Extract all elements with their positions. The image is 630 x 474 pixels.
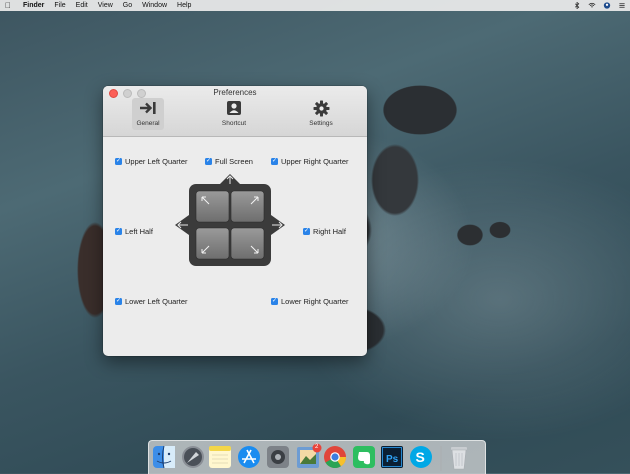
menu-bar:  Finder File Edit View Go Window Help	[0, 0, 630, 11]
menu-view[interactable]: View	[98, 2, 113, 9]
window-title: Preferences	[213, 88, 257, 97]
gear-icon	[313, 100, 329, 116]
label-upper-left-quarter: Upper Left Quarter	[125, 157, 188, 166]
checkbox-lower-left-quarter[interactable]: ✓	[115, 298, 122, 305]
chrome-icon[interactable]	[324, 446, 347, 469]
dock: Ps S 2	[148, 440, 486, 474]
menu-window[interactable]: Window	[142, 2, 167, 9]
preview-badge-count: 2	[315, 443, 319, 450]
checkbox-upper-left-quarter[interactable]: ✓	[115, 158, 122, 165]
trash-icon[interactable]	[451, 447, 467, 470]
bluetooth-icon[interactable]	[573, 2, 581, 9]
menu-edit[interactable]: Edit	[76, 2, 88, 9]
preferences-window: Preferences General Shortcut Settings ✓ …	[103, 86, 367, 356]
tab-general-label: General	[136, 120, 160, 127]
option-upper-right-quarter[interactable]: ✓ Upper Right Quarter	[271, 157, 349, 166]
apple-icon[interactable]: 	[5, 1, 15, 10]
preference-tabs: General Shortcut Settings	[103, 98, 367, 132]
finder-icon[interactable]	[153, 445, 175, 469]
label-full-screen: Full Screen	[215, 157, 253, 166]
label-upper-right-quarter: Upper Right Quarter	[281, 157, 349, 166]
toolbar: Preferences General Shortcut Settings	[103, 86, 367, 137]
option-full-screen[interactable]: ✓ Full Screen	[205, 157, 253, 166]
checkbox-left-half[interactable]: ✓	[115, 228, 122, 235]
system-preferences-icon[interactable]	[267, 446, 289, 468]
tile-upper-left[interactable]	[195, 190, 230, 223]
person-card-icon	[227, 101, 241, 115]
menu-file[interactable]: File	[54, 2, 65, 9]
status-area	[573, 0, 626, 11]
option-lower-right-quarter[interactable]: ✓ Lower Right Quarter	[271, 297, 349, 306]
snap-plate	[175, 174, 285, 266]
tab-general[interactable]: General	[132, 98, 164, 130]
option-lower-left-quarter[interactable]: ✓ Lower Left Quarter	[115, 297, 188, 306]
menu-go[interactable]: Go	[123, 2, 132, 9]
skype-icon[interactable]: S	[410, 446, 432, 468]
checkbox-right-half[interactable]: ✓	[303, 228, 310, 235]
checkbox-lower-right-quarter[interactable]: ✓	[271, 298, 278, 305]
arrow-to-bar-icon	[140, 102, 156, 114]
checkbox-full-screen[interactable]: ✓	[205, 158, 212, 165]
user-icon[interactable]	[603, 2, 611, 9]
tile-lower-right[interactable]	[230, 227, 265, 260]
tile-upper-right[interactable]	[230, 190, 265, 223]
tab-settings[interactable]: Settings	[305, 98, 337, 130]
tile-lower-left[interactable]	[195, 227, 230, 260]
snap-layout-graphic	[173, 174, 287, 274]
svg-text:Ps: Ps	[386, 454, 399, 465]
menu-app-name[interactable]: Finder	[23, 2, 44, 9]
launchpad-icon[interactable]	[182, 446, 204, 468]
notes-icon[interactable]	[209, 446, 231, 468]
general-pane: ✓ Upper Left Quarter ✓ Full Screen ✓ Upp…	[103, 137, 367, 356]
app-store-icon[interactable]	[238, 446, 260, 468]
option-right-half[interactable]: ✓ Right Half	[303, 227, 346, 236]
tab-shortcut[interactable]: Shortcut	[218, 98, 250, 130]
evernote-icon[interactable]	[353, 446, 375, 468]
option-left-half[interactable]: ✓ Left Half	[115, 227, 153, 236]
label-lower-left-quarter: Lower Left Quarter	[125, 297, 188, 306]
tab-settings-label: Settings	[309, 120, 333, 127]
menu-help[interactable]: Help	[177, 2, 191, 9]
label-right-half: Right Half	[313, 227, 346, 236]
label-left-half: Left Half	[125, 227, 153, 236]
svg-text:S: S	[416, 449, 425, 465]
menu-list-icon[interactable]	[618, 2, 626, 9]
checkbox-upper-right-quarter[interactable]: ✓	[271, 158, 278, 165]
photoshop-icon[interactable]: Ps	[381, 446, 403, 468]
tab-shortcut-label: Shortcut	[221, 120, 247, 127]
label-lower-right-quarter: Lower Right Quarter	[281, 297, 349, 306]
option-upper-left-quarter[interactable]: ✓ Upper Left Quarter	[115, 157, 188, 166]
wifi-icon[interactable]	[588, 2, 596, 9]
